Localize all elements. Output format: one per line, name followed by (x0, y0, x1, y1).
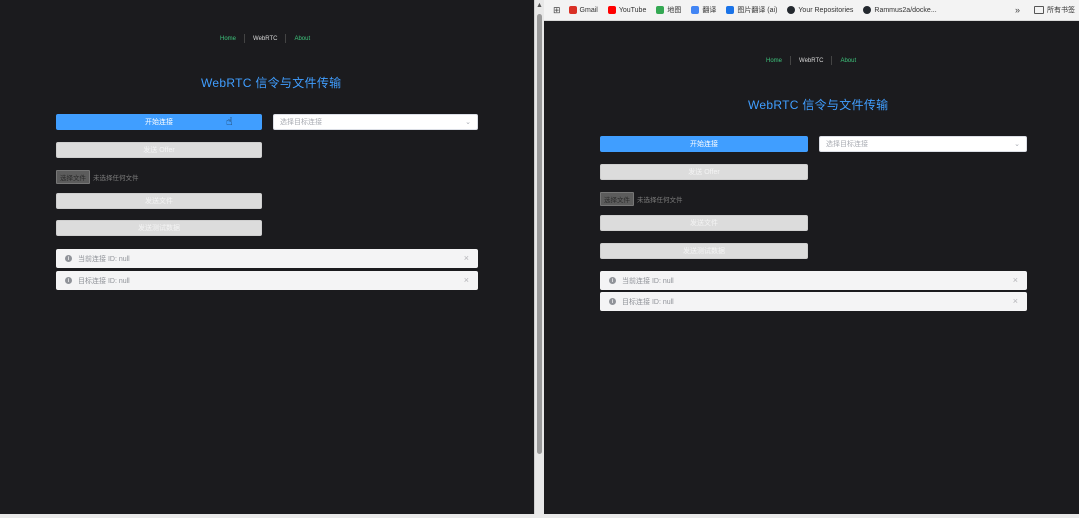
left-browser-pane: Home WebRTC About WebRTC 信令与文件传输 开始连接 选择… (0, 0, 534, 518)
send-offer-button[interactable]: 发送 Offer (600, 164, 808, 180)
chevron-down-icon: ⌄ (1014, 141, 1020, 148)
close-icon[interactable]: × (464, 275, 469, 285)
target-connection-select[interactable]: 选择目标连接 ⌄ (273, 114, 478, 130)
nav-about-link[interactable]: About (286, 36, 318, 42)
right-browser-pane: ⊞ Gmail YouTube 地图 翻译 图片翻译 (ai) Your Rep… (544, 0, 1079, 518)
all-bookmarks-folder[interactable]: 所有书签 (1034, 5, 1075, 15)
send-test-data-button[interactable]: 发送测试数据 (600, 243, 808, 259)
github-icon (787, 6, 796, 14)
bookmark-youtube[interactable]: YouTube (607, 6, 646, 14)
nav-webrtc-link[interactable]: WebRTC (245, 36, 285, 42)
target-connection-select[interactable]: 选择目标连接 ⌄ (819, 136, 1027, 152)
target-connection-id-text: 目标连接 ID: null (78, 277, 130, 285)
top-nav: Home WebRTC About (758, 56, 864, 65)
close-icon[interactable]: × (1013, 275, 1018, 285)
nav-home-link[interactable]: Home (212, 36, 244, 42)
nav-about-link[interactable]: About (832, 58, 864, 64)
bookmark-rammus-docker[interactable]: Rammus2a/docke... (863, 6, 937, 14)
vertical-scrollbar[interactable]: ▲ (534, 0, 544, 518)
current-connection-id-text: 当前连接 ID: null (622, 277, 674, 285)
info-icon: i (65, 277, 72, 284)
folder-icon (1034, 6, 1044, 14)
bookmark-translate[interactable]: 翻译 (691, 5, 716, 15)
image-translate-icon (726, 6, 735, 14)
bottom-taskbar-strip (0, 514, 1079, 518)
close-icon[interactable]: × (1013, 296, 1018, 306)
nav-home-link[interactable]: Home (758, 58, 790, 64)
nav-webrtc-link[interactable]: WebRTC (791, 58, 831, 64)
github-icon (863, 6, 872, 14)
send-file-button[interactable]: 发送文件 (600, 215, 808, 231)
scroll-up-arrow-icon[interactable]: ▲ (536, 2, 543, 9)
target-connection-alert: i 目标连接 ID: null × (600, 292, 1027, 311)
bookmark-maps[interactable]: 地图 (656, 5, 681, 15)
info-icon: i (609, 277, 616, 284)
choose-file-button[interactable]: 选择文件 (56, 170, 90, 184)
bookmark-image-translate[interactable]: 图片翻译 (ai) (726, 5, 777, 15)
current-connection-id-text: 当前连接 ID: null (78, 255, 130, 263)
send-test-data-button[interactable]: 发送测试数据 (56, 220, 262, 236)
bookmark-your-repositories[interactable]: Your Repositories (787, 6, 853, 14)
close-icon[interactable]: × (464, 253, 469, 263)
target-connection-alert: i 目标连接 ID: null × (56, 271, 478, 290)
info-icon: i (65, 255, 72, 262)
translate-icon (691, 6, 700, 14)
top-nav: Home WebRTC About (212, 34, 318, 43)
page-title: WebRTC 信令与文件传输 (748, 98, 889, 112)
send-file-button[interactable]: 发送文件 (56, 193, 262, 209)
file-input: 选择文件 未选择任何文件 (56, 170, 139, 184)
bookmarks-bar: ⊞ Gmail YouTube 地图 翻译 图片翻译 (ai) Your Rep… (544, 0, 1079, 21)
bookmarks-overflow-button[interactable]: » (1015, 5, 1020, 15)
select-placeholder: 选择目标连接 (826, 141, 868, 148)
gmail-icon (568, 6, 577, 14)
choose-file-button[interactable]: 选择文件 (600, 192, 634, 206)
info-icon: i (609, 298, 616, 305)
chevron-down-icon: ⌄ (465, 119, 471, 126)
target-connection-id-text: 目标连接 ID: null (622, 298, 674, 306)
current-connection-alert: i 当前连接 ID: null × (600, 271, 1027, 290)
bookmark-gmail[interactable]: Gmail (568, 6, 598, 14)
current-connection-alert: i 当前连接 ID: null × (56, 249, 478, 268)
apps-grid-icon[interactable]: ⊞ (553, 5, 561, 16)
start-connection-button[interactable]: 开始连接 (600, 136, 808, 152)
maps-icon (656, 6, 665, 14)
send-offer-button[interactable]: 发送 Offer (56, 142, 262, 158)
youtube-icon (607, 6, 616, 14)
select-placeholder: 选择目标连接 (280, 119, 322, 126)
file-input: 选择文件 未选择任何文件 (600, 192, 683, 206)
no-file-text: 未选择任何文件 (93, 175, 139, 182)
scrollbar-thumb[interactable] (537, 14, 542, 454)
mouse-pointer-icon: ☝ (226, 116, 233, 128)
page-title: WebRTC 信令与文件传输 (201, 76, 342, 90)
no-file-text: 未选择任何文件 (637, 197, 683, 204)
